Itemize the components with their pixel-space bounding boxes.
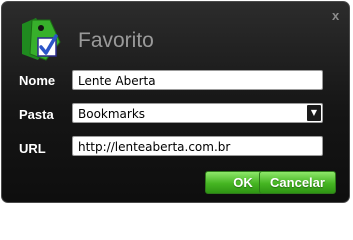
- folder-select[interactable]: Bookmarks ▼: [72, 103, 323, 123]
- url-label: URL: [19, 141, 46, 156]
- url-field[interactable]: http://lenteaberta.com.br: [72, 136, 323, 156]
- dialog-title: Favorito: [78, 29, 154, 52]
- cancel-button[interactable]: Cancelar: [259, 171, 336, 194]
- favorite-dialog: Favorito x Nome Lente Aberta Pasta Bookm…: [1, 1, 350, 203]
- name-label: Nome: [19, 73, 56, 88]
- folder-label: Pasta: [19, 107, 54, 122]
- name-field[interactable]: Lente Aberta: [72, 70, 323, 90]
- close-icon[interactable]: x: [332, 8, 339, 23]
- bookmark-tag-icon: [16, 14, 68, 66]
- chevron-down-icon[interactable]: ▼: [307, 105, 321, 121]
- folder-select-value: Bookmarks: [78, 107, 146, 121]
